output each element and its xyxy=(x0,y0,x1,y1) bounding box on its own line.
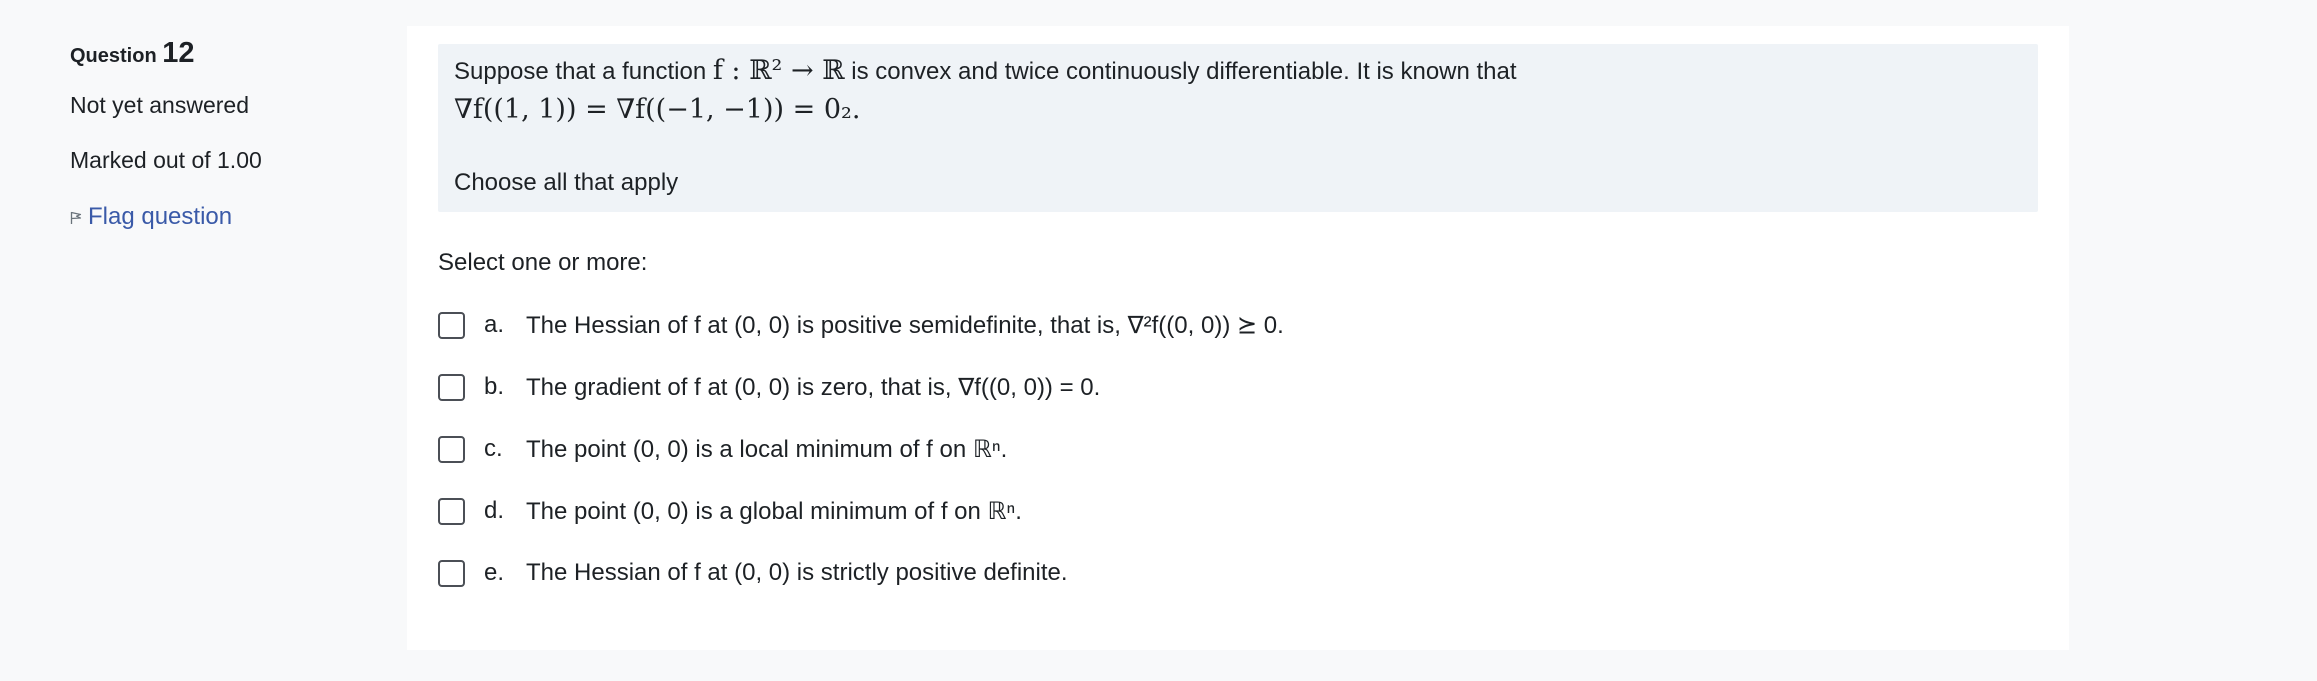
option-b[interactable]: b. The gradient of f at (0, 0) is zero, … xyxy=(438,356,1284,418)
question-number-heading: Question 12 xyxy=(70,38,370,71)
option-e-label[interactable]: The Hessian of f at (0, 0) is strictly p… xyxy=(526,559,1068,587)
option-d-checkbox[interactable] xyxy=(438,497,465,525)
option-a-letter: a. xyxy=(484,311,505,338)
function-signature: f : ℝ² → ℝ xyxy=(712,55,845,86)
option-a-label[interactable]: The Hessian of f at (0, 0) is positive s… xyxy=(526,311,1284,340)
flag-icon xyxy=(70,201,82,232)
option-d-letter: d. xyxy=(484,497,505,524)
option-d[interactable]: d. The point (0, 0) is a global minimum … xyxy=(438,480,1284,542)
question-number: 12 xyxy=(162,37,195,69)
question-text-intro: Suppose that a function xyxy=(454,58,707,85)
question-label: Question xyxy=(70,45,157,67)
answer-options: a. The Hessian of f at (0, 0) is positiv… xyxy=(438,294,1284,604)
option-c-label[interactable]: The point (0, 0) is a local minimum of f… xyxy=(526,435,1007,464)
option-c-checkbox[interactable] xyxy=(438,435,465,463)
option-e-letter: e. xyxy=(484,559,505,586)
question-card: Suppose that a function f : ℝ² → ℝ is co… xyxy=(407,26,2069,650)
option-b-checkbox[interactable] xyxy=(438,373,465,401)
option-e-checkbox[interactable] xyxy=(438,559,465,587)
select-prompt: Select one or more: xyxy=(438,249,648,276)
option-c-letter: c. xyxy=(484,435,503,462)
question-text-condition: is convex and twice continuously differe… xyxy=(851,58,1517,85)
question-formulation: Suppose that a function f : ℝ² → ℝ is co… xyxy=(438,44,2038,212)
question-text-line-1: Suppose that a function f : ℝ² → ℝ is co… xyxy=(454,52,1517,91)
option-a[interactable]: a. The Hessian of f at (0, 0) is positiv… xyxy=(438,294,1284,356)
question-info: Question 12 Not yet answered Marked out … xyxy=(70,38,370,232)
option-a-checkbox[interactable] xyxy=(438,311,465,339)
option-b-letter: b. xyxy=(484,373,505,400)
gradient-condition: ∇f((1, 1)) = ∇f((−1, −1)) = 0₂. xyxy=(454,94,861,125)
option-c[interactable]: c. The point (0, 0) is a local minimum o… xyxy=(438,418,1284,480)
question-marks: Marked out of 1.00 xyxy=(70,147,262,173)
option-e[interactable]: e. The Hessian of f at (0, 0) is strictl… xyxy=(438,542,1284,604)
question-text: Suppose that a function f : ℝ² → ℝ is co… xyxy=(454,52,1517,129)
option-b-label[interactable]: The gradient of f at (0, 0) is zero, tha… xyxy=(526,373,1100,402)
flag-question-label[interactable]: Flag question xyxy=(88,203,232,231)
option-d-label[interactable]: The point (0, 0) is a global minimum of … xyxy=(526,497,1022,526)
choose-instruction: Choose all that apply xyxy=(454,169,679,196)
question-status: Not yet answered xyxy=(70,92,249,118)
flag-question-link[interactable]: Flag question xyxy=(70,201,370,232)
